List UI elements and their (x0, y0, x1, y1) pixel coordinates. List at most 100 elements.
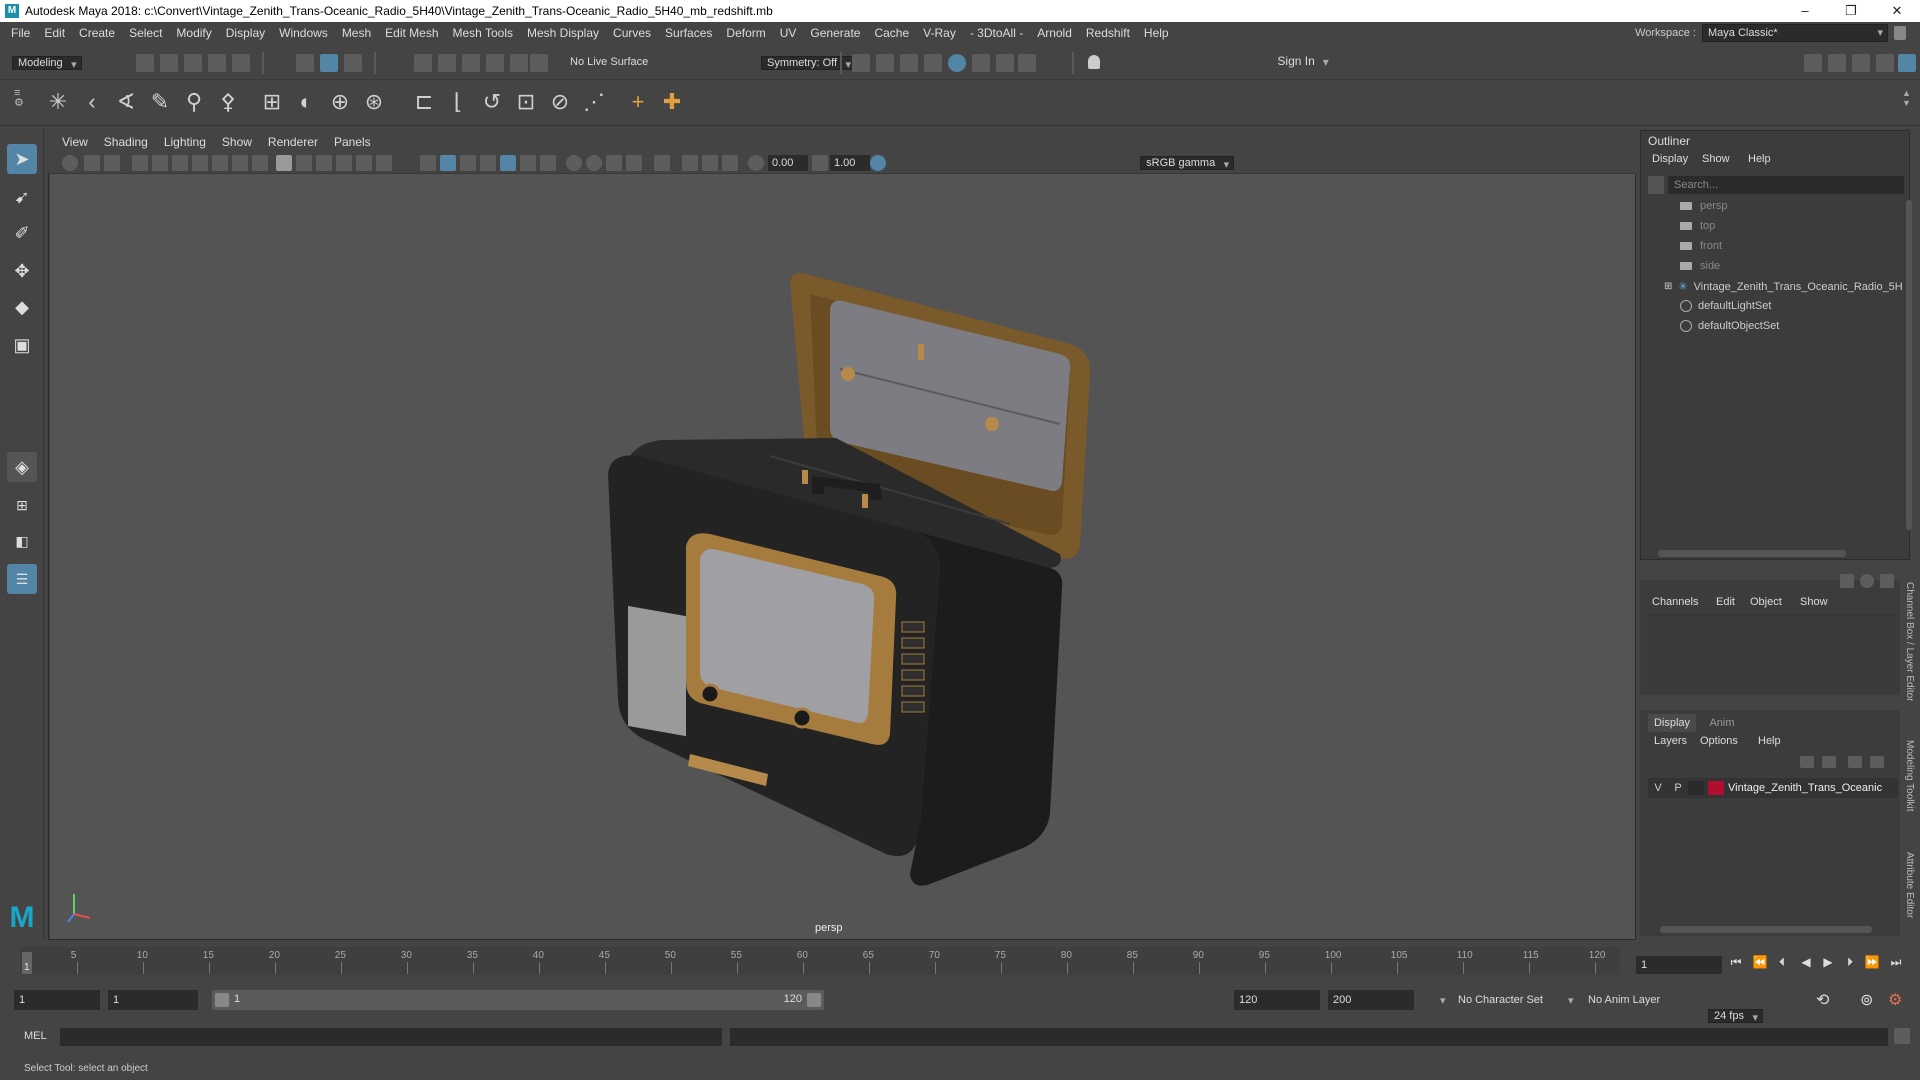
outliner-item-side[interactable]: side (1680, 260, 1720, 272)
redshift-render-icon[interactable] (996, 54, 1014, 72)
play-forward-icon[interactable]: ▶ (1820, 955, 1836, 969)
color-management-icon[interactable] (870, 155, 886, 171)
menu-vray[interactable]: V-Ray (916, 26, 963, 40)
select-object-icon[interactable] (320, 54, 338, 72)
loop-icon[interactable]: ⟲ (1816, 990, 1829, 1010)
menu-modify[interactable]: Modify (169, 26, 218, 40)
constraint-scale-icon[interactable]: ⊡ (512, 88, 540, 116)
minimize-button[interactable]: – (1782, 0, 1828, 22)
playback-start-field[interactable]: 1 (108, 990, 198, 1010)
viewport-menu-show[interactable]: Show (214, 135, 260, 149)
step-forward-frame-icon[interactable]: ⏵ (1842, 955, 1858, 969)
menu-generate[interactable]: Generate (803, 26, 867, 40)
outliner-item-radio-group[interactable]: ⊞ ✳ Vintage_Zenith_Trans_Oceanic_Radio_5H (1664, 280, 1903, 294)
lock-icon[interactable] (1894, 26, 1906, 40)
channel-menu-object[interactable]: Object (1750, 596, 1782, 608)
side-tab-channel-box[interactable]: Channel Box / Layer Editor (1904, 582, 1915, 702)
viewport-menu-renderer[interactable]: Renderer (260, 135, 326, 149)
shaded-icon[interactable] (440, 155, 456, 171)
menu-create[interactable]: Create (72, 26, 122, 40)
time-ruler[interactable] (20, 947, 1620, 975)
select-component-icon[interactable] (344, 54, 362, 72)
menu-mesh-display[interactable]: Mesh Display (520, 26, 606, 40)
channel-box-toggle-icon[interactable] (1876, 54, 1894, 72)
redo-icon[interactable] (232, 54, 250, 72)
use-all-lights-icon[interactable] (480, 155, 496, 171)
snap-curve-icon[interactable] (438, 54, 456, 72)
viewport-menu-lighting[interactable]: Lighting (156, 135, 214, 149)
pole-vector-icon[interactable]: ⋰ (580, 88, 608, 116)
search-filter-icon[interactable] (1648, 176, 1664, 194)
viewport-canvas[interactable] (50, 174, 1635, 939)
ep-curve-icon[interactable]: ∢ (112, 88, 140, 116)
new-layer-icon[interactable] (1848, 756, 1862, 768)
wireframe-on-shaded-icon[interactable] (420, 155, 436, 171)
go-to-end-icon[interactable]: ⏭ (1888, 955, 1904, 969)
menu-arnold[interactable]: Arnold (1030, 26, 1079, 40)
menu-select[interactable]: Select (122, 26, 169, 40)
menu-uv[interactable]: UV (773, 26, 804, 40)
menu-3dtoall[interactable]: - 3DtoAll - (963, 26, 1030, 40)
cv-curve-icon[interactable]: ‹ (78, 88, 106, 116)
go-to-start-icon[interactable]: ⏮ (1728, 955, 1744, 969)
start-time-field[interactable]: 1 (14, 990, 100, 1010)
step-forward-key-icon[interactable]: ⏩ (1864, 955, 1880, 969)
shadows-icon[interactable] (500, 155, 516, 171)
menu-help[interactable]: Help (1137, 26, 1176, 40)
snap-surface-icon[interactable] (510, 54, 528, 72)
outliner-menu-show[interactable]: Show (1702, 153, 1730, 165)
channel-menu-show[interactable]: Show (1800, 596, 1828, 608)
field-chart-icon[interactable] (296, 155, 312, 171)
outliner-menu-help[interactable]: Help (1748, 153, 1771, 165)
isolate-select-icon[interactable] (566, 155, 582, 171)
viewport-menu-shading[interactable]: Shading (96, 135, 156, 149)
exposure-icon[interactable] (748, 155, 764, 171)
menu-set-dropdown[interactable]: Modeling (12, 56, 82, 70)
lattice-icon[interactable]: ⊕ (326, 88, 354, 116)
channel-box-float-icon[interactable] (1880, 574, 1894, 588)
camera-attributes-icon[interactable] (84, 155, 100, 171)
menu-cache[interactable]: Cache (867, 26, 916, 40)
constraint-point-icon[interactable]: ⌊ (444, 88, 472, 116)
channel-box-reset-icon[interactable] (1860, 574, 1874, 588)
live-surface-label[interactable]: No Live Surface (570, 56, 648, 68)
outliner-item-top[interactable]: top (1680, 220, 1715, 232)
layer-h-scrollbar[interactable] (1660, 926, 1872, 933)
snap-vertex-icon[interactable] (530, 54, 548, 72)
undo-icon[interactable] (208, 54, 226, 72)
channel-box-key-icon[interactable] (1840, 574, 1854, 588)
range-slider-end-handle[interactable] (807, 993, 821, 1007)
gamma-icon[interactable] (812, 155, 828, 171)
layer-menu-layers[interactable]: Layers (1654, 735, 1687, 747)
fps-dropdown[interactable]: 24 fps (1708, 1009, 1763, 1023)
layer-display-type[interactable] (1688, 781, 1704, 795)
move-layer-up-icon[interactable] (1800, 756, 1814, 768)
two-d-pan-icon[interactable] (152, 155, 168, 171)
outliner-item-default-light-set[interactable]: defaultLightSet (1680, 300, 1771, 312)
play-backward-icon[interactable]: ◀ (1798, 955, 1814, 969)
outliner-item-persp[interactable]: persp (1680, 200, 1728, 212)
ambient-occlusion-icon[interactable] (520, 155, 536, 171)
cluster-icon[interactable]: ⊛ (360, 88, 388, 116)
step-back-frame-icon[interactable]: ⏴ (1774, 955, 1790, 969)
anti-alias-icon[interactable] (722, 155, 738, 171)
paint-select-tool-icon[interactable]: ✐ (7, 218, 37, 248)
side-tab-modeling-toolkit[interactable]: Modeling Toolkit (1904, 740, 1915, 812)
script-editor-icon[interactable] (1894, 1028, 1910, 1044)
layer-name[interactable]: Vintage_Zenith_Trans_Oceanic (1728, 782, 1882, 794)
image-plane-icon[interactable] (132, 155, 148, 171)
colorspace-dropdown[interactable]: sRGB gamma (1140, 156, 1235, 170)
command-language-label[interactable]: MEL (24, 1030, 47, 1042)
auto-key-icon[interactable]: ⊚ (1860, 990, 1873, 1010)
playback-end-field[interactable]: 120 (1234, 990, 1320, 1010)
expand-icon[interactable]: ⊞ (1664, 281, 1672, 292)
layer-menu-help[interactable]: Help (1758, 735, 1781, 747)
backface-culling-icon[interactable] (626, 155, 642, 171)
layer-editor-toggle-icon[interactable] (1898, 54, 1916, 72)
anim-layer-dropdown-arrow[interactable]: ▾ (1568, 994, 1574, 1007)
save-scene-icon[interactable] (184, 54, 202, 72)
viewport-menu-view[interactable]: View (54, 135, 96, 149)
menu-deform[interactable]: Deform (719, 26, 772, 40)
layer-playback-toggle[interactable]: P (1668, 782, 1688, 794)
character-set-field[interactable]: No Character Set (1458, 994, 1543, 1006)
